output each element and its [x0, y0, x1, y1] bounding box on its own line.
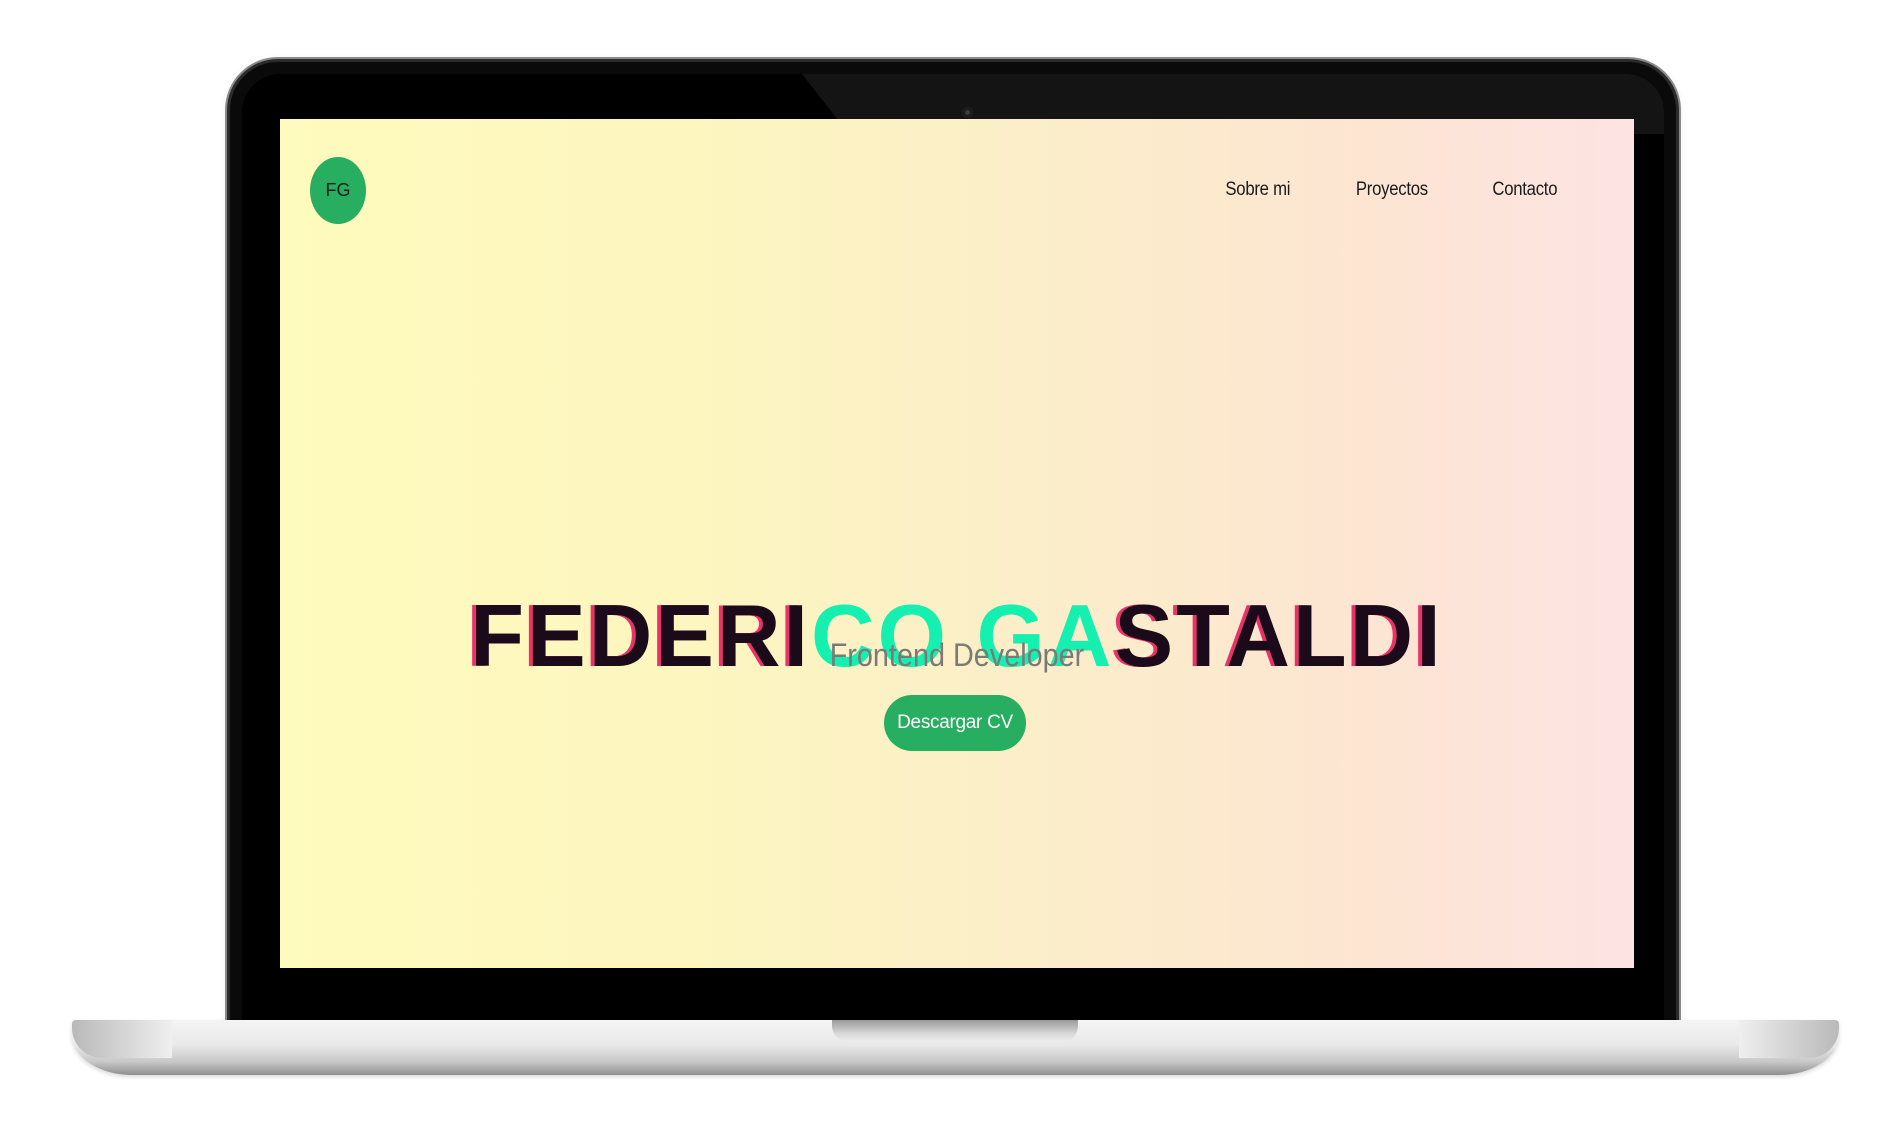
- logo-text: FG: [325, 180, 351, 200]
- hero-subtitle: Frontend Developer: [829, 637, 1085, 673]
- webcam-icon: [962, 107, 973, 118]
- nav-item-sobre-mi[interactable]: Sobre mi: [1225, 179, 1290, 201]
- laptop-base: [72, 1020, 1839, 1075]
- laptop-mockup: FG Sobre mi Proyectos Contacto FEDERICO …: [0, 0, 1895, 1139]
- nav-item-contacto[interactable]: Contacto: [1493, 179, 1558, 201]
- download-cv-button[interactable]: Descargar CV: [884, 695, 1026, 751]
- base-right-edge: [1739, 1020, 1839, 1058]
- site-logo[interactable]: FG: [310, 157, 366, 224]
- base-notch: [832, 1020, 1078, 1042]
- laptop-screen: FG Sobre mi Proyectos Contacto FEDERICO …: [280, 119, 1634, 968]
- base-left-edge: [72, 1020, 172, 1058]
- nav-item-proyectos[interactable]: Proyectos: [1355, 179, 1427, 201]
- main-nav: Sobre mi Proyectos Contacto: [1221, 179, 1562, 201]
